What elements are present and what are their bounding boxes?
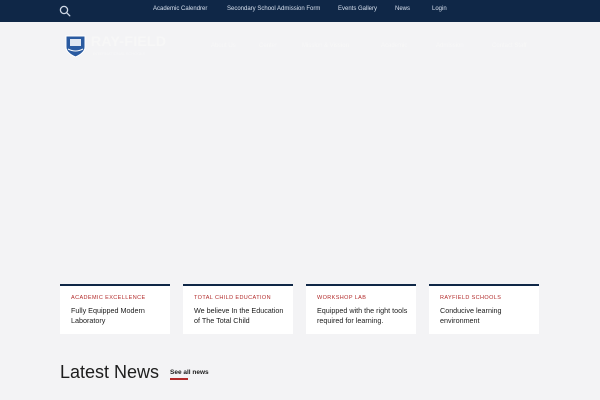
feature-card-academic[interactable]: ACADEMIC EXCELLENCE Fully Equipped Moder… [60, 284, 170, 334]
card-kicker: WORKSHOP LAB [317, 295, 367, 301]
logo-text[interactable]: RAY-FIELD [91, 33, 166, 49]
nav-admission[interactable]: Admission [436, 43, 464, 49]
nav-about-us[interactable]: About Us [211, 43, 236, 49]
nav-contact-staff[interactable]: Contact Staff [492, 43, 527, 49]
card-text: We believe In the Education of The Total… [194, 306, 284, 325]
latest-news-heading: Latest News [60, 362, 160, 382]
feature-card-rayfield[interactable]: RAYFIELD SCHOOLS Conducive learning envi… [429, 284, 539, 334]
top-link-login[interactable]: Login [432, 6, 447, 12]
see-all-news-link[interactable]: See all news [170, 369, 209, 376]
top-link-admission-form[interactable]: Secondary School Admission Form [227, 6, 320, 12]
nav-mission-vision[interactable]: Mission & Vission [302, 43, 349, 49]
feature-card-total-child[interactable]: TOTAL CHILD EDUCATION We believe In the … [183, 284, 293, 334]
top-links: Academic Calendrer Secondary School Admi… [0, 0, 600, 22]
nav-academic[interactable]: Academic [381, 43, 407, 49]
card-text: Conducive learning environment [440, 306, 502, 325]
card-text: Fully Equipped Modern Laboratory [71, 306, 145, 325]
hero-banner [0, 70, 600, 285]
card-kicker: ACADEMIC EXCELLENCE [71, 295, 146, 301]
nav-center[interactable]: Center [259, 43, 277, 49]
top-link-news[interactable]: News [395, 6, 410, 12]
top-link-academic-calendar[interactable]: Academic Calendrer [153, 6, 207, 12]
card-kicker: TOTAL CHILD EDUCATION [194, 295, 271, 301]
top-bar: Academic Calendrer Secondary School Admi… [0, 0, 600, 22]
school-logo-seal[interactable] [63, 33, 88, 58]
feature-card-workshop[interactable]: WORKSHOP LAB Equipped with the right too… [306, 284, 416, 334]
top-link-events-gallery[interactable]: Events Gallery [338, 6, 377, 12]
card-kicker: RAYFIELD SCHOOLS [440, 295, 502, 301]
logo-tagline: INTERNATIONAL SCHOOLS [93, 51, 146, 56]
see-all-underline [170, 378, 188, 380]
card-text: Equipped with the right tools required f… [317, 306, 408, 325]
